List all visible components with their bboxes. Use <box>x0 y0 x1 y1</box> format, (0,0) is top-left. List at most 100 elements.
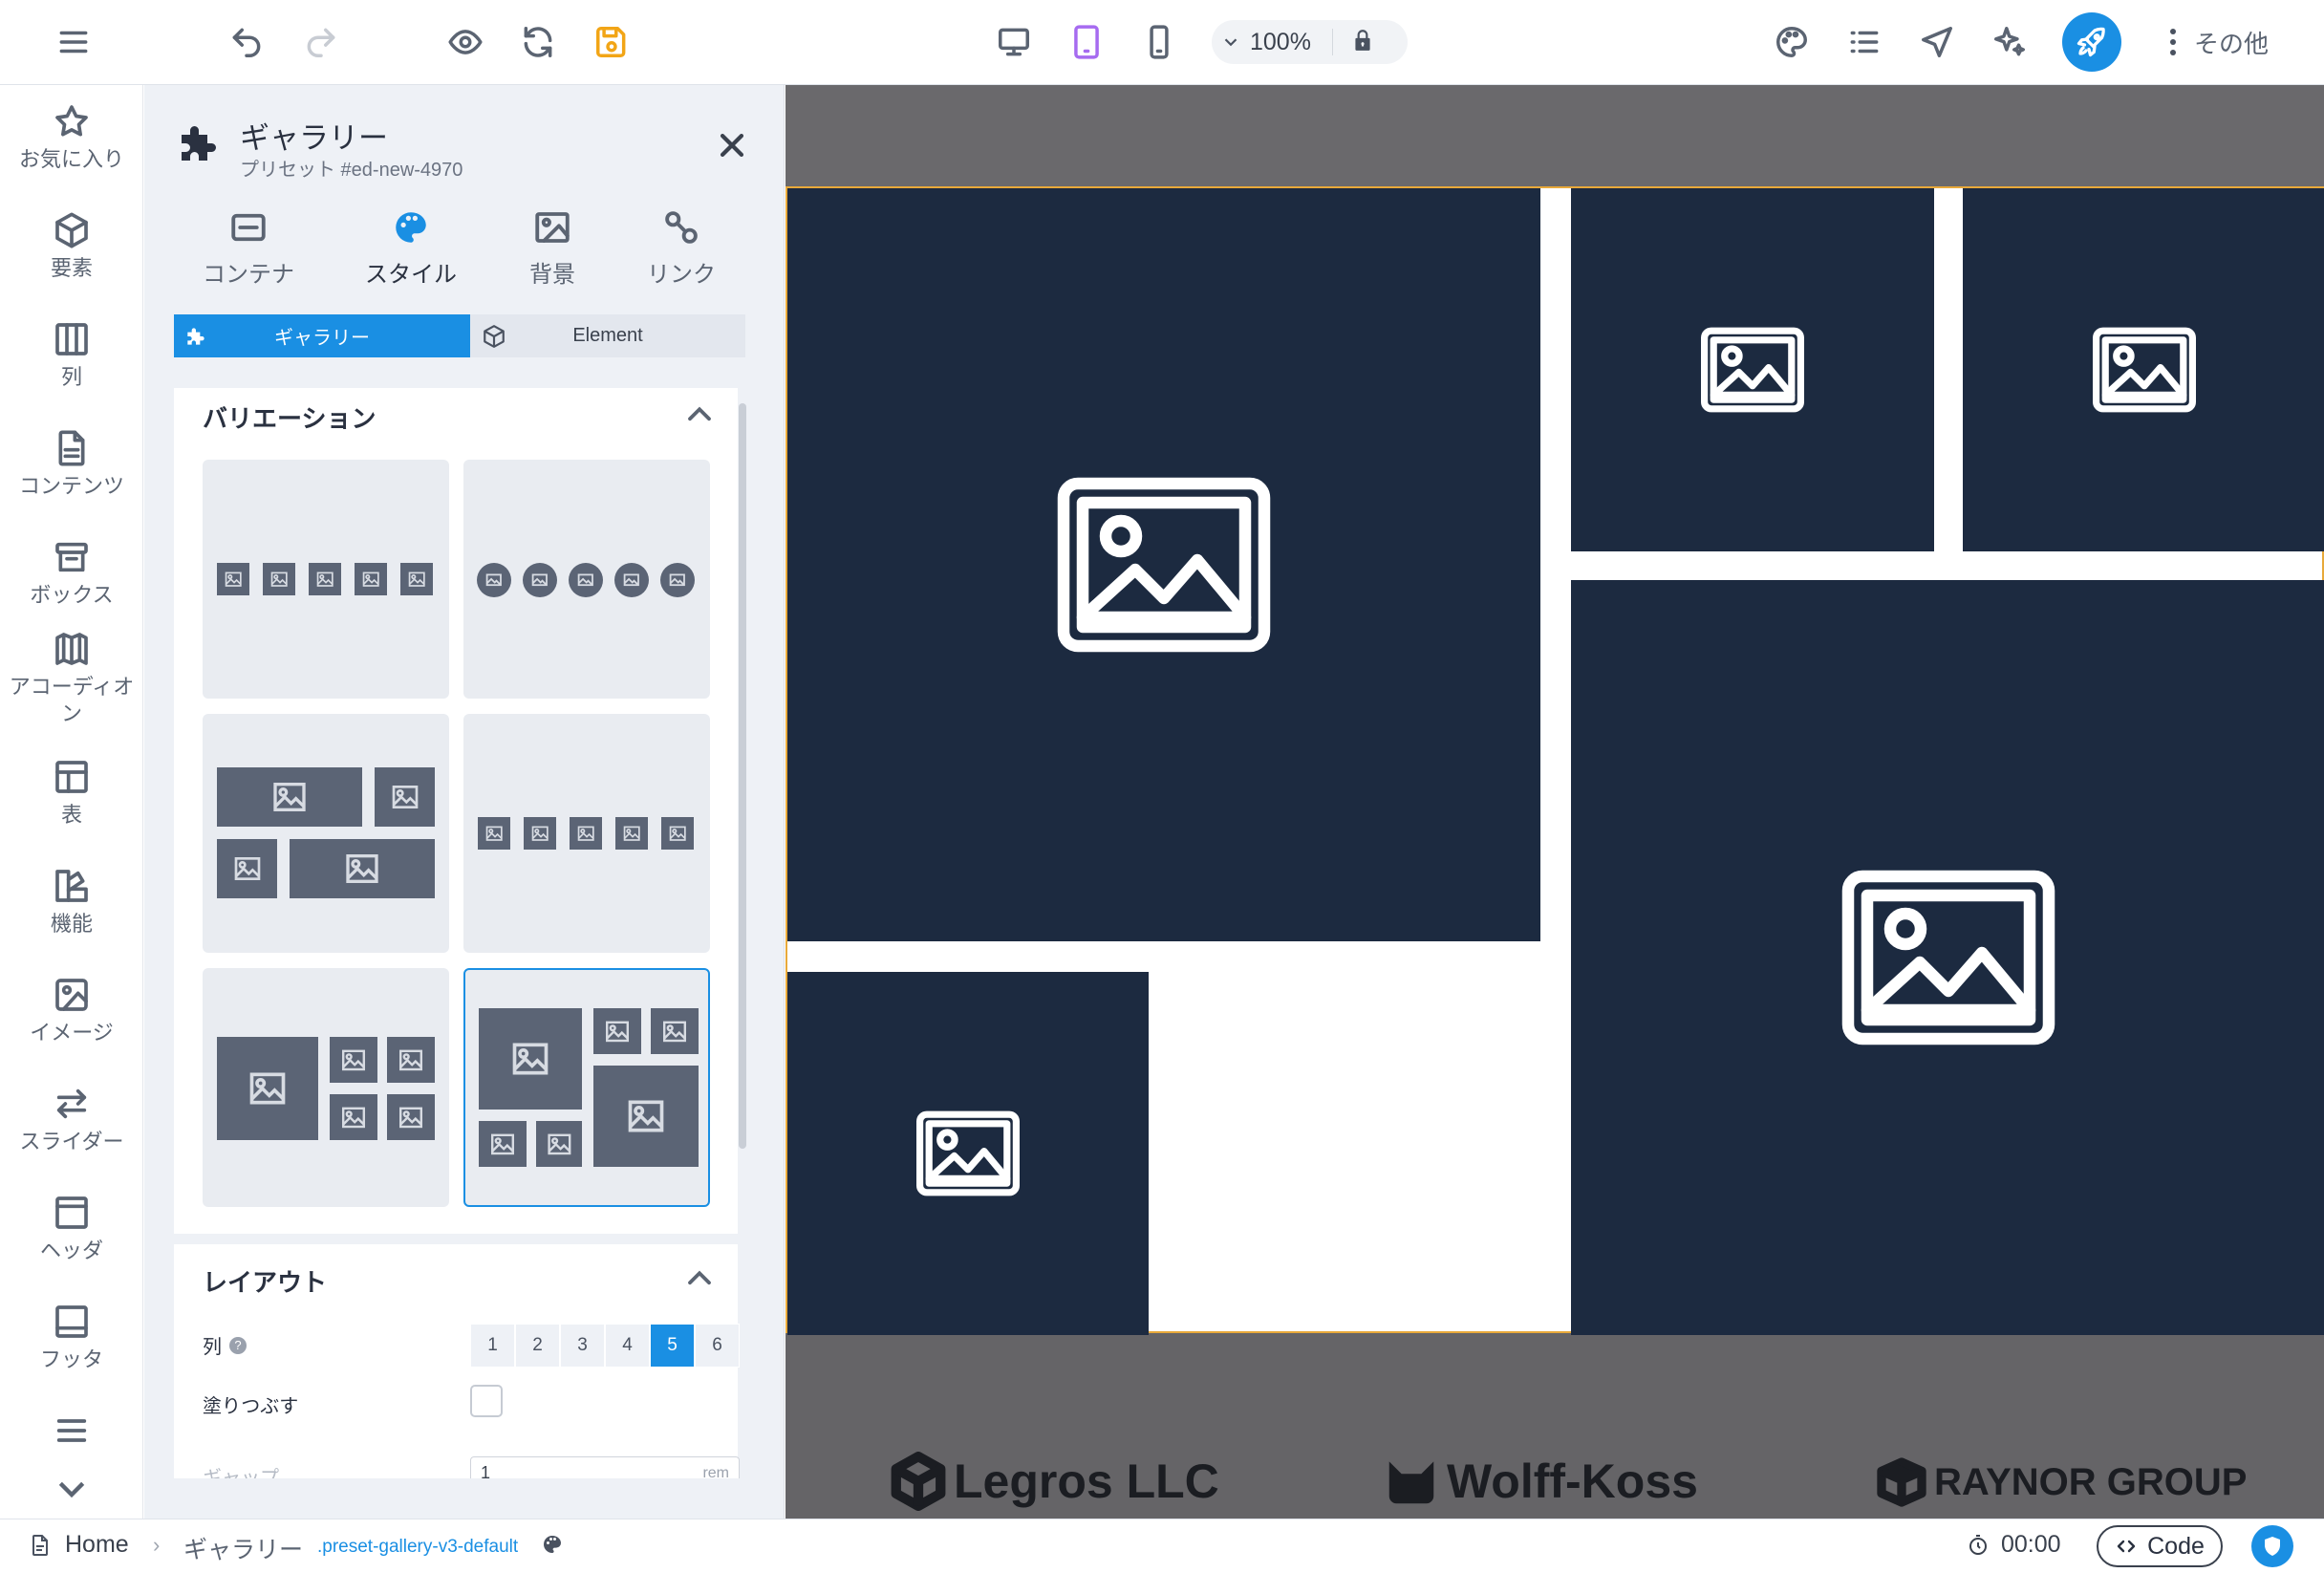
columns-option-6[interactable]: 6 <box>695 1324 740 1368</box>
variation-tile[interactable] <box>203 968 449 1207</box>
rail-item-table[interactable]: 表 <box>0 758 142 829</box>
box-icon <box>55 542 88 572</box>
columns-option-4[interactable]: 4 <box>605 1324 650 1368</box>
mobile-icon[interactable] <box>1130 13 1188 71</box>
menu-icon[interactable] <box>45 13 102 71</box>
tile-image <box>479 1008 582 1110</box>
rail-item-footer[interactable]: フッタ <box>0 1303 142 1373</box>
list-icon[interactable] <box>1836 13 1893 71</box>
breadcrumb-gallery[interactable]: ギャラリー <box>183 1531 303 1565</box>
chevron-down-icon[interactable] <box>53 1476 91 1504</box>
rail-item-box[interactable]: ボックス <box>0 538 142 609</box>
rail-item-features[interactable]: 機能 <box>0 867 142 937</box>
columns-label-text: 列 <box>203 1337 222 1358</box>
tile-image <box>330 1094 377 1140</box>
container-icon <box>231 213 266 242</box>
rail-item-slider[interactable]: スライダー <box>0 1085 142 1155</box>
variation-tile[interactable] <box>463 714 710 953</box>
rail-item-columns[interactable]: 列 <box>0 320 142 391</box>
zoom-value: 100% <box>1250 28 1311 55</box>
variation-tile[interactable] <box>203 714 449 953</box>
zoom-control[interactable]: 100% <box>1212 20 1408 64</box>
columns-option-1[interactable]: 1 <box>470 1324 515 1368</box>
close-icon[interactable] <box>716 129 748 162</box>
tile-image <box>387 1094 435 1140</box>
rail-item-content[interactable]: コンテンツ <box>0 429 142 500</box>
gallery-image[interactable] <box>787 188 1540 941</box>
tile-image <box>400 563 433 595</box>
preview-icon[interactable] <box>437 13 494 71</box>
variation-tile[interactable] <box>203 460 449 699</box>
properties-panel: ギャラリー プリセット #ed-new-4970 コンテナ スタイル 背景 リン… <box>144 85 785 1519</box>
kebab-icon <box>2169 29 2177 55</box>
gallery-block-selected[interactable] <box>785 186 2324 1335</box>
tablet-icon[interactable] <box>1058 13 1115 71</box>
rail-item-favorites[interactable]: お気に入り <box>0 102 142 173</box>
navigate-icon[interactable] <box>1908 13 1966 71</box>
tile-image <box>387 1037 435 1083</box>
tile-image <box>477 563 511 597</box>
chevron-up-icon[interactable] <box>685 1267 714 1286</box>
rail-label: イメージ <box>30 1021 114 1045</box>
breadcrumb-home[interactable]: Home <box>29 1531 129 1559</box>
chevron-up-icon[interactable] <box>685 403 714 422</box>
code-label: Code <box>2147 1532 2205 1560</box>
header-icon <box>55 1196 88 1229</box>
gallery-image[interactable] <box>1571 580 2324 1335</box>
rail-item-accordion[interactable]: アコーディオン <box>0 630 142 727</box>
columns-option-5[interactable]: 5 <box>650 1324 695 1368</box>
logo-text: Wolff-Koss <box>1447 1454 1698 1508</box>
save-icon[interactable] <box>583 13 640 71</box>
tab-container[interactable]: コンテナ <box>177 207 320 289</box>
code-icon <box>2117 1540 2136 1553</box>
help-icon[interactable]: ? <box>229 1336 247 1354</box>
refresh-icon[interactable] <box>509 13 567 71</box>
fill-checkbox[interactable] <box>470 1385 503 1417</box>
columns-icon <box>55 323 88 356</box>
columns-option-2[interactable]: 2 <box>515 1324 560 1368</box>
gallery-image[interactable] <box>787 972 1149 1335</box>
canvas-header-area <box>785 85 2324 186</box>
tile-image <box>217 839 277 898</box>
chevron-down-icon[interactable] <box>1212 32 1250 53</box>
publish-button[interactable] <box>2062 12 2121 72</box>
gallery-image[interactable] <box>1963 188 2324 551</box>
redo-icon[interactable] <box>292 13 350 71</box>
puzzle-icon <box>173 118 225 169</box>
css-class-label[interactable]: .preset-gallery-v3-default <box>317 1537 518 1558</box>
tab-link[interactable]: リンク <box>610 207 753 289</box>
breadcrumb-home-label: Home <box>65 1531 129 1558</box>
segment-element[interactable]: Element <box>470 314 745 357</box>
variations-card: バリエーション <box>174 388 738 1234</box>
style-target-switch: ギャラリー Element <box>174 314 745 357</box>
ai-sparkle-icon[interactable] <box>1981 13 2038 71</box>
variation-tile-selected[interactable] <box>463 968 710 1207</box>
rail-item-form[interactable] <box>0 1411 142 1450</box>
panel-scrollbar[interactable] <box>739 403 746 1149</box>
undo-icon[interactable] <box>218 13 275 71</box>
rail-item-image[interactable]: イメージ <box>0 976 142 1046</box>
code-button[interactable]: Code <box>2097 1525 2223 1567</box>
palette-icon[interactable] <box>1763 13 1820 71</box>
footer-icon <box>55 1305 88 1338</box>
tile-image <box>263 563 295 595</box>
gallery-image[interactable] <box>1571 188 1934 551</box>
tile-image <box>523 563 557 597</box>
desktop-icon[interactable] <box>985 13 1043 71</box>
lock-icon[interactable] <box>1350 28 1375 57</box>
more-menu[interactable]: その他 <box>2169 21 2269 63</box>
rail-item-elements[interactable]: 要素 <box>0 211 142 282</box>
logo-raynor: RAYNOR GROUP <box>1875 1455 2247 1509</box>
rail-item-header[interactable]: ヘッダ <box>0 1194 142 1264</box>
variation-tile[interactable] <box>463 460 710 699</box>
panel-bottom-fade <box>144 1478 784 1519</box>
tab-background[interactable]: 背景 <box>481 207 624 289</box>
segment-gallery[interactable]: ギャラリー <box>174 314 470 357</box>
columns-option-3[interactable]: 3 <box>560 1324 605 1368</box>
tab-style[interactable]: スタイル <box>339 207 483 289</box>
tile-image <box>615 817 648 850</box>
page-icon <box>32 1534 48 1556</box>
shield-button[interactable] <box>2251 1525 2293 1567</box>
palette-icon[interactable] <box>541 1533 564 1556</box>
tile-image <box>569 563 603 597</box>
